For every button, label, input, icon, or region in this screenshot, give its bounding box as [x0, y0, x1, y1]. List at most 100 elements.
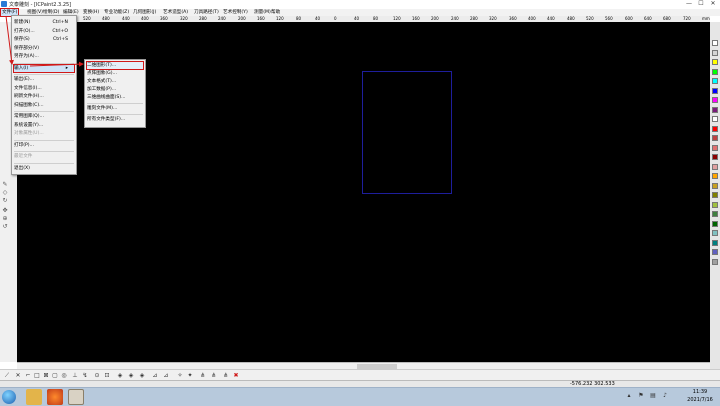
file-menu-item[interactable]: 退出(X) [14, 165, 74, 172]
file-menu-item[interactable]: 另存为(A)... [14, 53, 74, 60]
color-swatch[interactable] [712, 59, 718, 65]
import-submenu-item[interactable]: 三维曲线曲面(S)... [87, 94, 143, 101]
circle-tool-icon[interactable]: ◎ [60, 372, 68, 379]
color-swatch[interactable] [712, 201, 718, 208]
align-a-icon[interactable]: ◈ [116, 372, 124, 379]
align-b-icon[interactable]: ◈ [127, 372, 135, 379]
file-menu-item[interactable]: 系统设置(Y)... [14, 122, 74, 129]
measure-a-icon[interactable]: ⊿ [151, 372, 159, 379]
color-swatch[interactable] [712, 68, 718, 75]
line-tool-icon[interactable]: ⟋ [3, 372, 11, 379]
menu-pro-functions[interactable]: 专业功能(Z) [104, 9, 129, 16]
color-swatch[interactable] [712, 249, 718, 255]
clock-time[interactable]: 11:39 [682, 389, 718, 395]
snap-node-icon[interactable]: ⊡ [103, 372, 111, 379]
import-submenu-item[interactable]: 二维图形(T)... [86, 61, 144, 70]
file-menu-item[interactable]: 刷新文件(H)... [14, 93, 74, 100]
file-menu-item[interactable]: 保存(S) Ctrl+S [14, 36, 74, 43]
tray-volume-icon[interactable]: ♪ [662, 392, 668, 400]
tray-network-icon[interactable]: ▤ [650, 392, 656, 400]
firefox-icon[interactable] [47, 389, 63, 405]
close-button[interactable]: ✕ [707, 0, 719, 8]
color-swatch[interactable] [712, 173, 718, 179]
corner-tool-icon[interactable]: ⌐ [24, 372, 32, 379]
file-menu-item[interactable]: 保存部分(V) [14, 45, 74, 52]
perpendicular-tool-icon[interactable]: ⊥ [71, 372, 79, 379]
window-title: 文泰雕刻 - [ICPaint2.3.25] [9, 2, 72, 8]
color-swatch[interactable] [712, 230, 718, 236]
file-menu-item[interactable]: 输入(I) ▸ [13, 63, 75, 73]
hook-tool-icon[interactable]: ↯ [81, 372, 89, 379]
pen-tool-icon[interactable]: ✎ [2, 182, 8, 188]
color-swatch[interactable] [712, 116, 718, 122]
color-swatch[interactable] [712, 125, 718, 132]
file-menu-item[interactable]: 打印(P)... [14, 142, 74, 149]
rect-tool-icon[interactable]: □ [33, 372, 41, 379]
node-add-icon[interactable]: ✦ [186, 372, 194, 379]
color-swatch[interactable] [712, 144, 718, 151]
menu-tool-path[interactable]: 刀具路径(T) [194, 9, 219, 16]
menu-item-label: 保存部分(V) [14, 45, 40, 51]
x-rect-tool-icon[interactable]: ⊠ [42, 372, 50, 379]
color-swatch[interactable] [712, 239, 718, 246]
color-swatch[interactable] [712, 40, 718, 46]
color-swatch[interactable] [712, 78, 718, 84]
tray-expand-icon[interactable]: ▴ [626, 392, 632, 400]
menu-geometry[interactable]: 几何图形(J) [133, 9, 156, 16]
import-submenu-item[interactable]: 所有文件类型(F)... [87, 116, 143, 123]
delete-icon[interactable]: ✖ [232, 372, 240, 379]
align-c-icon[interactable]: ◈ [138, 372, 146, 379]
minimize-button[interactable]: — [683, 0, 695, 8]
menu-item-shortcut: Ctrl+S [53, 37, 68, 42]
color-swatch[interactable] [712, 192, 718, 198]
undo-view-icon[interactable]: ↺ [2, 224, 8, 230]
color-swatch[interactable] [712, 182, 718, 189]
menu-help[interactable]: 帮助 [271, 9, 280, 16]
menu-art-control[interactable]: 艺术控制(Y) [223, 9, 248, 16]
pan-tool-icon[interactable]: ✥ [2, 208, 8, 214]
maximize-button[interactable]: ☐ [695, 0, 707, 8]
node-tool-icon[interactable]: ◇ [2, 190, 8, 196]
color-swatch[interactable] [712, 49, 718, 56]
path-c-icon[interactable]: ⋔ [222, 372, 230, 379]
import-submenu-item[interactable]: 加工数据(P)... [87, 86, 143, 93]
color-swatch[interactable] [712, 106, 718, 113]
tray-flag-icon[interactable]: ⚑ [638, 392, 644, 400]
square-tool-icon[interactable]: ▢ [51, 372, 59, 379]
color-swatch[interactable] [712, 220, 718, 227]
file-menu-item[interactable]: 输出(E)... [14, 76, 74, 83]
node-edit-icon[interactable]: ✧ [176, 372, 184, 379]
menu-art-modeling[interactable]: 艺术造型(A) [163, 9, 188, 16]
start-button-icon[interactable] [2, 390, 16, 404]
import-submenu-item[interactable]: 点阵图象(G)... [87, 70, 143, 77]
file-menu-item[interactable]: 新建(N) Ctrl+N [14, 19, 74, 26]
color-swatch[interactable] [712, 258, 718, 265]
file-menu-item[interactable]: 扫描图象(C)... [14, 102, 74, 109]
path-a-icon[interactable]: ⋔ [199, 372, 207, 379]
file-menu-item[interactable]: 文件信息(I)... [14, 85, 74, 92]
menu-transform[interactable]: 变换(H) [83, 9, 99, 16]
zoom-tool-icon[interactable]: ⊕ [2, 216, 8, 222]
rotate-tool-icon[interactable]: ↻ [2, 198, 8, 204]
clock-date[interactable]: 2021/7/16 [682, 397, 718, 403]
file-explorer-icon[interactable] [26, 389, 42, 405]
file-menu-item[interactable]: 常用图库(Q)... [14, 113, 74, 120]
color-swatch[interactable] [712, 211, 718, 217]
menu-measure[interactable]: 测量(M) [254, 9, 271, 16]
menu-separator [14, 151, 74, 152]
left-toolbar: ✎ ◇ ↻ ✥ ⊕ ↺ [0, 22, 10, 362]
cross-tool-icon[interactable]: ✕ [14, 372, 22, 379]
color-swatch[interactable] [712, 87, 718, 94]
measure-b-icon[interactable]: ⊿ [162, 372, 170, 379]
import-submenu-item[interactable]: 文本格式(T)... [87, 78, 143, 85]
color-swatch[interactable] [712, 163, 718, 170]
color-swatch[interactable] [712, 97, 718, 103]
snap-point-icon[interactable]: ⊙ [93, 372, 101, 379]
path-b-icon[interactable]: ⋔ [210, 372, 218, 379]
engraving-app-icon[interactable] [68, 389, 84, 405]
menu-item-shortcut: Ctrl+N [52, 20, 68, 25]
import-submenu-item[interactable]: 雕刻文件(M)... [87, 105, 143, 112]
color-swatch[interactable] [712, 135, 718, 141]
file-menu-item[interactable]: 打开(O)... Ctrl+O [14, 28, 74, 35]
color-swatch[interactable] [712, 154, 718, 160]
